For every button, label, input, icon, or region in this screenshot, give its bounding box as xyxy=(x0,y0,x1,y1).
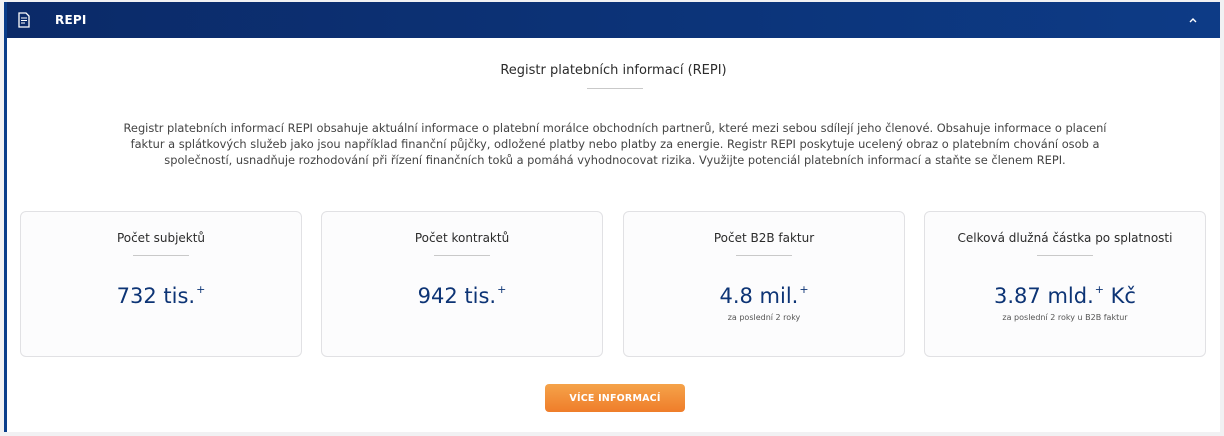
stat-label: Počet kontraktů xyxy=(414,231,510,245)
section-title: Registr platebních informací (REPI) xyxy=(500,63,727,78)
stat-label: Počet B2B faktur xyxy=(713,231,815,245)
stat-card-contracts: Počet kontraktů 942 tis.+ xyxy=(321,211,603,357)
stat-note: za poslední 2 roky xyxy=(727,313,801,322)
stat-label: Počet subjektů xyxy=(116,231,206,245)
stat-divider xyxy=(736,255,792,256)
stat-divider xyxy=(1037,255,1093,256)
repi-panel: REPI Registr platebních informací (REPI)… xyxy=(4,2,1220,432)
stat-note: za poslední 2 roky u B2B faktur xyxy=(1002,313,1128,322)
panel-title: REPI xyxy=(55,13,87,27)
title-divider xyxy=(587,88,643,89)
stat-card-b2b-invoices: Počet B2B faktur 4.8 mil.+ za poslední 2… xyxy=(623,211,905,357)
stat-label: Celková dlužná částka po splatnosti xyxy=(957,231,1173,245)
stat-value: 942 tis.+ xyxy=(417,283,507,308)
stat-divider xyxy=(434,255,490,256)
stat-value: 3.87 mld.+ Kč xyxy=(994,283,1136,308)
stat-divider xyxy=(133,255,189,256)
stat-value: 4.8 mil.+ xyxy=(719,283,809,308)
stat-card-subjects: Počet subjektů 732 tis.+ xyxy=(20,211,302,357)
document-icon xyxy=(15,11,33,29)
intro-text: Registr platebních informací REPI obsahu… xyxy=(123,121,1107,167)
stat-value: 732 tis.+ xyxy=(116,283,206,308)
chevron-up-icon[interactable] xyxy=(1184,11,1202,29)
more-info-button[interactable]: VÍCE INFORMACÍ xyxy=(545,384,685,412)
panel-header[interactable]: REPI xyxy=(7,2,1220,38)
stat-card-overdue-amount: Celková dlužná částka po splatnosti 3.87… xyxy=(924,211,1206,357)
